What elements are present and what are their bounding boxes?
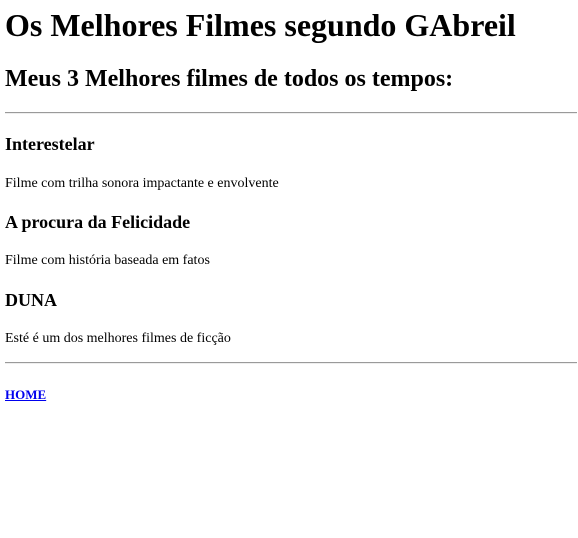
- movie-title-duna: DUNA: [5, 290, 57, 310]
- movie-description-duna: Esté é um dos melhores filmes de ficção: [5, 331, 231, 346]
- page-title: Os Melhores Filmes segundo GAbreil: [5, 7, 516, 43]
- movie-title-interestelar: Interestelar: [5, 134, 95, 154]
- home-link[interactable]: HOME: [5, 387, 46, 402]
- page-subtitle: Meus 3 Melhores filmes de todos os tempo…: [5, 66, 454, 92]
- divider-bottom: [5, 362, 577, 364]
- movie-title-a-procura-da-felicidade: A procura da Felicidade: [5, 212, 191, 232]
- movie-description-a-procura-da-felicidade: Filme com história baseada em fatos: [5, 253, 210, 268]
- divider-top: [5, 112, 577, 114]
- movie-description-interestelar: Filme com trilha sonora impactante e env…: [5, 176, 279, 191]
